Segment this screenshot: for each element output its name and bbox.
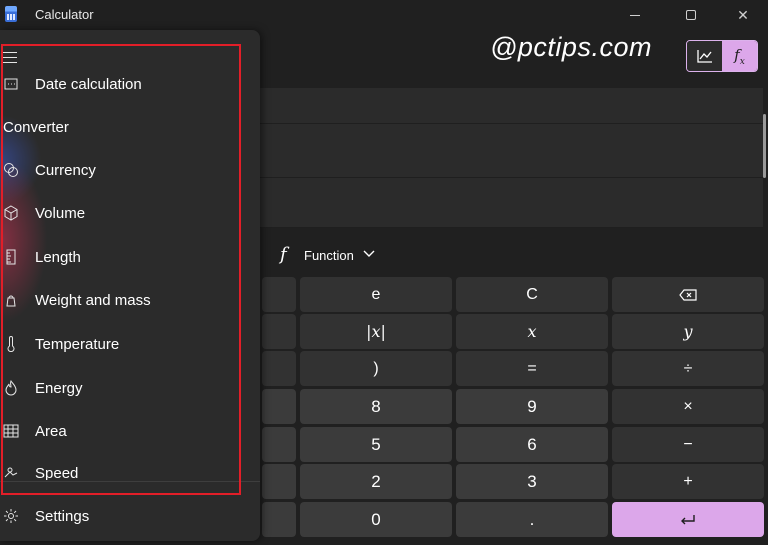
- sidebar-item-currency[interactable]: Currency: [0, 150, 250, 190]
- title-bar: Calculator ✕: [0, 0, 768, 30]
- digit-2-button[interactable]: 2: [300, 464, 452, 499]
- thermometer-icon: [3, 336, 19, 352]
- function-icon: f: [280, 244, 287, 265]
- sidebar-divider: [0, 481, 260, 482]
- close-paren-button[interactable]: ): [300, 351, 452, 386]
- sidebar-item-length[interactable]: Length: [0, 237, 250, 277]
- digit-0-button[interactable]: 0: [300, 502, 452, 537]
- graph-mode-button[interactable]: [687, 41, 722, 71]
- chevron-down-icon[interactable]: [363, 246, 375, 261]
- multiply-button[interactable]: ×: [612, 389, 764, 424]
- function-mode-icon: fx: [734, 45, 745, 67]
- sidebar-item-label: Settings: [35, 507, 90, 525]
- sidebar-item-volume[interactable]: Volume: [0, 193, 250, 233]
- expression-row-1[interactable]: [260, 88, 763, 124]
- minimize-button[interactable]: [612, 0, 658, 30]
- cube-icon: [3, 205, 19, 221]
- calendar-icon: [3, 76, 19, 92]
- gear-icon: [3, 508, 19, 524]
- sidebar-item-weight-and-mass[interactable]: Weight and mass: [0, 280, 250, 320]
- close-button[interactable]: ✕: [720, 0, 766, 30]
- sidebar-item-label: Area: [35, 422, 67, 440]
- sidebar-item-energy[interactable]: Energy: [0, 368, 250, 408]
- speed-icon: [3, 464, 19, 480]
- digit-6-button[interactable]: 6: [456, 427, 608, 462]
- minus-button[interactable]: −: [612, 427, 764, 462]
- digit-8-button[interactable]: 8: [300, 389, 452, 424]
- digit-3-button[interactable]: 3: [456, 464, 608, 499]
- scrollbar[interactable]: [763, 114, 766, 178]
- sidebar-item-temperature[interactable]: Temperature: [0, 324, 250, 364]
- navigation-pane: Date calculation Converter Currency Volu…: [0, 30, 260, 541]
- keypad-partial-button[interactable]: [262, 464, 296, 499]
- sidebar-item-label: Volume: [35, 204, 86, 222]
- enter-button[interactable]: [612, 502, 764, 537]
- function-dropdown[interactable]: Function: [304, 248, 354, 263]
- keypad-partial-button[interactable]: [262, 389, 296, 424]
- sidebar-item-speed[interactable]: Speed: [0, 454, 250, 480]
- keypad-partial-button[interactable]: [262, 427, 296, 462]
- hamburger-menu-icon[interactable]: [3, 52, 17, 63]
- equals-sign-button[interactable]: =: [456, 351, 608, 386]
- plus-button[interactable]: +: [612, 464, 764, 499]
- absolute-value-button[interactable]: |x|: [300, 314, 452, 349]
- ruler-icon: [3, 249, 19, 265]
- keypad-partial-button[interactable]: [262, 314, 296, 349]
- keypad-partial-button[interactable]: [262, 351, 296, 386]
- maximize-icon: [686, 10, 696, 20]
- watermark-text: @pctips.com: [490, 32, 652, 62]
- e-button[interactable]: e: [300, 277, 452, 312]
- y-variable-button[interactable]: y: [612, 314, 764, 349]
- expression-row-3[interactable]: [260, 178, 763, 228]
- backspace-icon: [679, 288, 697, 301]
- digit-5-button[interactable]: 5: [300, 427, 452, 462]
- sidebar-item-date-calculation[interactable]: Date calculation: [0, 64, 250, 104]
- close-icon: ✕: [737, 6, 749, 23]
- grid-icon: [3, 423, 19, 439]
- sidebar-item-label: Date calculation: [35, 75, 142, 93]
- weight-icon: [3, 292, 19, 308]
- keypad-partial-button[interactable]: [262, 502, 296, 537]
- enter-icon: [681, 514, 695, 524]
- minimize-icon: [630, 14, 640, 16]
- backspace-button[interactable]: [612, 277, 764, 312]
- decimal-button[interactable]: .: [456, 502, 608, 537]
- calculator-app-icon: [5, 6, 17, 22]
- sidebar-item-label: Energy: [35, 379, 83, 397]
- divide-button[interactable]: ÷: [612, 351, 764, 386]
- sidebar-item-area[interactable]: Area: [0, 411, 250, 451]
- sidebar-item-label: Length: [35, 248, 81, 266]
- x-variable-button[interactable]: x: [456, 314, 608, 349]
- graph-icon: [696, 50, 712, 63]
- clear-button[interactable]: C: [456, 277, 608, 312]
- keypad-partial-button[interactable]: [262, 277, 296, 312]
- currency-icon: [3, 162, 19, 178]
- sidebar-item-label: Currency: [35, 161, 96, 179]
- maximize-button[interactable]: [668, 0, 714, 30]
- mode-toggle: fx: [686, 40, 758, 72]
- function-mode-button[interactable]: fx: [722, 41, 757, 71]
- converter-section-header: Converter: [3, 119, 69, 136]
- sidebar-item-settings[interactable]: Settings: [0, 496, 250, 536]
- sidebar-item-label: Weight and mass: [35, 291, 151, 309]
- expression-row-2[interactable]: [260, 124, 763, 178]
- sidebar-item-label: Temperature: [35, 335, 120, 353]
- flame-icon: [3, 380, 19, 396]
- digit-9-button[interactable]: 9: [456, 389, 608, 424]
- sidebar-item-label: Speed: [35, 465, 79, 480]
- window-title: Calculator: [35, 7, 94, 22]
